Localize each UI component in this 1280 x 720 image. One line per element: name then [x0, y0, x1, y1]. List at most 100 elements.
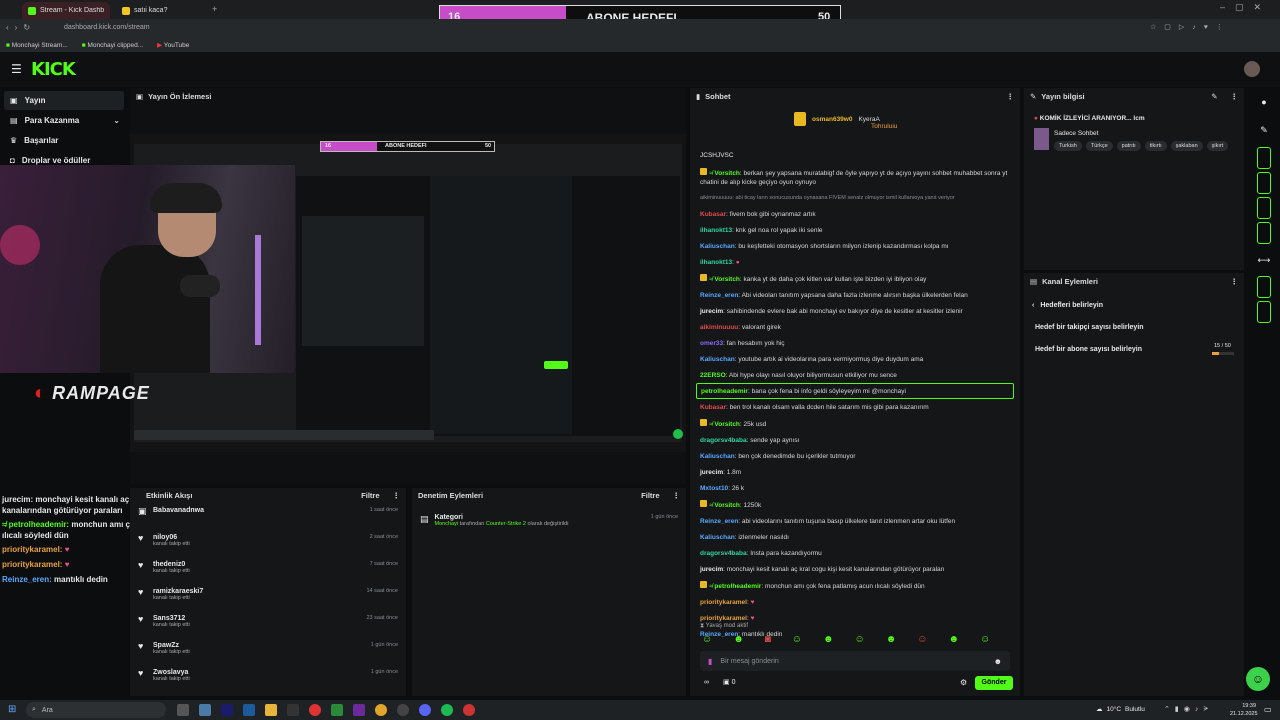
- send-button[interactable]: Gönder: [975, 676, 1013, 690]
- app-icon[interactable]: [463, 704, 475, 716]
- chat-username[interactable]: 22ERSO: [700, 372, 726, 379]
- chat-message[interactable]: Reinze_eren: Abi videoları tanıtım yapsa…: [690, 287, 1020, 303]
- emote-icon[interactable]: ☺: [980, 634, 990, 645]
- tag-chip[interactable]: tikırtı: [1144, 141, 1167, 151]
- chat-message[interactable]: ≉ Vorsitch: 25k usd: [690, 415, 1020, 432]
- chat-message[interactable]: Kaliuschan: izlenmeler nasıldı: [690, 529, 1020, 545]
- emote-icon[interactable]: ☺: [792, 634, 802, 645]
- premiere-icon[interactable]: [221, 704, 233, 716]
- clock[interactable]: 19:39 21.12.2025: [1230, 702, 1258, 718]
- excel-icon[interactable]: [331, 704, 343, 716]
- discord-icon[interactable]: [419, 704, 431, 716]
- emote-icon[interactable]: ☺: [855, 634, 865, 645]
- chat-message[interactable]: ≉ Vorsitch: 1250k: [690, 496, 1020, 513]
- chat-message[interactable]: Mxtost10: 26 k: [690, 480, 1020, 496]
- taskbar-search[interactable]: ⌕ Ara: [26, 702, 166, 718]
- link-icon[interactable]: ⟷: [1250, 247, 1278, 273]
- more-icon[interactable]: ⋮: [1231, 277, 1239, 286]
- app-icon[interactable]: [287, 704, 299, 716]
- chat-username[interactable]: dragorsv4baba: [700, 550, 747, 557]
- more-icon[interactable]: ⋮: [393, 491, 401, 500]
- window-controls[interactable]: –▢✕: [1220, 2, 1271, 13]
- chat-message[interactable]: jurecim: 1.8m: [690, 464, 1020, 480]
- avatar[interactable]: [1244, 61, 1260, 77]
- new-tab-icon[interactable]: +: [212, 4, 217, 14]
- chat-message[interactable]: dragorsv4baba: Insta para kazandıyormu: [690, 545, 1020, 561]
- chat-username[interactable]: Kaliuschan: [700, 243, 735, 250]
- tray-icons[interactable]: ⌃▮◉♪ᗒ: [1164, 705, 1213, 714]
- shield-icon[interactable]: [1257, 147, 1271, 169]
- sub-goal-item[interactable]: Hedef bir abone sayısı belirleyin: [1035, 346, 1142, 353]
- chat-username[interactable]: Mxtost10: [700, 485, 728, 492]
- chat-message[interactable]: omer33: fan hesabım yok hiç: [690, 335, 1020, 351]
- chat-username[interactable]: Reinze_eren: [700, 518, 738, 525]
- chat-message[interactable]: Kaliuschan: youtube artık ai videolarına…: [690, 351, 1020, 367]
- sidebar-item-para-kazanma[interactable]: ▤ Para Kazanma ⌄: [4, 110, 124, 130]
- chat-username[interactable]: Vorsitch: [714, 502, 740, 509]
- help-chat-icon[interactable]: ☺: [1246, 667, 1270, 691]
- bookmark-3[interactable]: ▶ YouTube: [157, 41, 189, 49]
- extension-icons[interactable]: ☆▢▷♪♥⋮: [1150, 23, 1231, 31]
- opera-icon[interactable]: [309, 704, 321, 716]
- tag-chip[interactable]: şikırt: [1206, 141, 1229, 151]
- chat-username[interactable]: prioritykaramel: [700, 615, 747, 622]
- chat-message[interactable]: ilhanokt13: ●: [690, 254, 1020, 270]
- chat-message[interactable]: Kaliuschan: ben çok denedimde bu içerikl…: [690, 448, 1020, 464]
- link-icon[interactable]: ∞: [704, 679, 709, 686]
- sidebar-item-basarilar[interactable]: ♛ Başarılar: [4, 130, 124, 150]
- emote-icon[interactable]: ☺: [702, 634, 712, 645]
- tab-stream[interactable]: Stream - Kick Dashboard: [22, 2, 110, 19]
- weather-widget[interactable]: ☁ 10°C Bulutlu: [1096, 705, 1145, 714]
- chat-message[interactable]: Kubasar: fivem bok gibi oynanmaz artık: [690, 206, 1020, 222]
- chat-username[interactable]: Kaliuschan: [700, 356, 735, 363]
- spotify-icon[interactable]: [441, 704, 453, 716]
- app-icon[interactable]: [353, 704, 365, 716]
- menu-icon[interactable]: ☰: [11, 62, 22, 76]
- emote-icon[interactable]: ☻: [823, 634, 834, 645]
- folder-icon[interactable]: [265, 704, 277, 716]
- chat-input[interactable]: ▮ Bir mesaj gönderin ☻: [700, 651, 1010, 671]
- emote-icon[interactable]: ☻: [733, 634, 744, 645]
- tools-icon[interactable]: [1257, 301, 1271, 323]
- edit-icon[interactable]: ✎: [1250, 116, 1278, 144]
- chat-username[interactable]: Vorsitch: [714, 421, 740, 428]
- chat-message[interactable]: ≉ petrolheademir: monchun amı çok fena p…: [690, 577, 1020, 594]
- url-text[interactable]: dashboard.kick.com/stream: [64, 24, 150, 31]
- emote-icon[interactable]: ☺: [917, 634, 927, 645]
- chat-message[interactable]: aikiminuuuuu: abi ticay ların sonucusund…: [690, 190, 1020, 206]
- emote-bar[interactable]: ☺ ☻ ◙ ☺ ☻ ☺ ☻ ☺ ☻ ☺: [702, 634, 990, 645]
- chat-message[interactable]: 22ERSO: Abi hype olayı nasıl oluyor bili…: [690, 367, 1020, 383]
- chat-username[interactable]: aikiminuuuu: [700, 324, 738, 331]
- chat-username[interactable]: prioritykaramel: [700, 599, 747, 606]
- chat-message[interactable]: ≉ Vorsitch: kanka yt de daha çok kitlen …: [690, 270, 1020, 287]
- follower-goal-item[interactable]: Hedef bir takipçi sayısı belirleyin: [1035, 324, 1144, 331]
- chat-username[interactable]: Kubasar: [700, 211, 726, 218]
- windows-start-icon[interactable]: ⊞: [8, 704, 16, 715]
- chat-message[interactable]: jurecim: monchayi kesit kanalı aç kral c…: [690, 561, 1020, 577]
- nav-arrows-icon[interactable]: ‹›↻: [6, 23, 36, 32]
- chat-message[interactable]: ilhanokt13: knk gel noa rol yapak iki se…: [690, 222, 1020, 238]
- app-icon[interactable]: [199, 704, 211, 716]
- chat-username[interactable]: petrolheademir: [714, 583, 761, 590]
- emoji-icon[interactable]: ☻: [994, 657, 1002, 666]
- chat-username[interactable]: Kaliuschan: [700, 453, 735, 460]
- info-icon[interactable]: ●: [1250, 88, 1278, 116]
- edit-icon[interactable]: ✎: [1211, 92, 1217, 101]
- chat-message[interactable]: Kaliuschan: bu keşfetteki otomasyon shor…: [690, 238, 1020, 254]
- emote-icon[interactable]: ☻: [886, 634, 897, 645]
- chat-message[interactable]: jurecim: sahibindende evlere bak abi mon…: [690, 303, 1020, 319]
- chat-message[interactable]: Reinze_eren: abi videolarını tanıtım tuş…: [690, 513, 1020, 529]
- chat-username[interactable]: ilhanokt13: [700, 259, 732, 266]
- emote-icon[interactable]: ☻: [949, 634, 960, 645]
- tag-chip[interactable]: patrıtı: [1116, 141, 1141, 151]
- chat-message[interactable]: prioritykaramel: ♥: [690, 594, 1020, 610]
- filter-button[interactable]: Filtre: [641, 491, 659, 500]
- chat-username[interactable]: Reinze_eren: [700, 292, 738, 299]
- bookmark-2[interactable]: ■ Monchayi clipped...: [82, 42, 143, 49]
- chat-username[interactable]: Vorsitch: [714, 170, 740, 177]
- chat-username[interactable]: Kaliuschan: [700, 534, 735, 541]
- chat-username[interactable]: dragorsv4baba: [700, 437, 747, 444]
- photoshop-icon[interactable]: [243, 704, 255, 716]
- tag-chip[interactable]: Türkçe: [1085, 141, 1113, 151]
- goals-back[interactable]: ‹ Hedefleri belirleyin: [1032, 302, 1103, 309]
